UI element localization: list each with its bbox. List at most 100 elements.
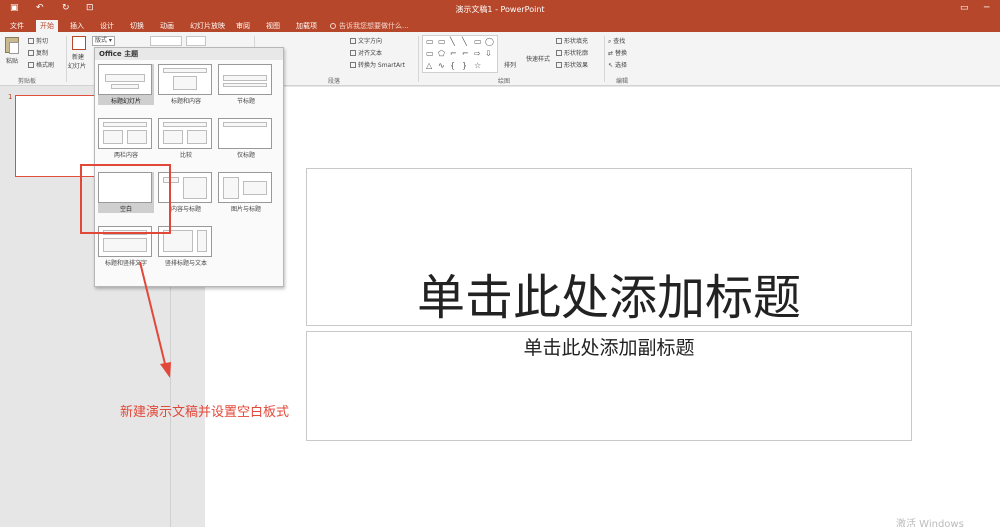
new-slide-button-line2[interactable]: 幻灯片 [68, 61, 86, 70]
layout-comparison[interactable]: 比较 [158, 118, 214, 159]
star-shape-icon[interactable]: ☆ [474, 61, 481, 70]
connector-shape-icon[interactable]: ⌐ [462, 49, 469, 58]
shape-effects-button[interactable]: 形状效果 [556, 60, 588, 69]
layout-label: 节标题 [236, 98, 255, 105]
quick-styles-button[interactable]: 快速样式 [526, 54, 550, 63]
tab-view[interactable]: 视图 [262, 20, 284, 32]
clipboard-group-label: 剪贴板 [18, 78, 37, 85]
shape-fill-button[interactable]: 形状填充 [556, 36, 588, 45]
align-text-icon [350, 50, 356, 56]
layout-section-header[interactable]: 节标题 [218, 64, 274, 105]
paste-icon[interactable] [5, 37, 19, 54]
ribbon-display-icon[interactable]: ▭ [960, 3, 969, 13]
layout-title-slide[interactable]: 标题幻灯片 [98, 64, 154, 105]
align-text-button[interactable]: 对齐文本 [350, 48, 382, 57]
rectangle-shape-icon[interactable]: ▭ [438, 37, 446, 46]
layout-title-content[interactable]: 标题和内容 [158, 64, 214, 105]
tab-design[interactable]: 设计 [96, 20, 118, 32]
tell-me-search[interactable]: 告诉我您想要做什么... [330, 21, 409, 31]
convert-smartart-button[interactable]: 转换为 SmartArt [350, 60, 405, 69]
highlight-box [80, 164, 171, 234]
tab-file[interactable]: 文件 [6, 20, 28, 32]
select-label: 选择 [614, 62, 627, 69]
tab-insert[interactable]: 插入 [66, 20, 88, 32]
rectangle-shape-icon[interactable]: ▭ [426, 37, 434, 46]
minimize-icon[interactable]: ─ [984, 3, 989, 13]
tab-animations[interactable]: 动画 [156, 20, 178, 32]
align-text-label: 对齐文本 [358, 50, 383, 57]
convert-smartart-label: 转换为 SmartArt [358, 62, 405, 69]
drawing-group-label: 绘图 [498, 78, 511, 85]
pen-icon [556, 50, 562, 56]
brace-shape-icon[interactable]: } [462, 61, 467, 70]
layout-label: 版式 [95, 37, 108, 44]
copy-label: 复制 [36, 50, 49, 57]
oval-shape-icon[interactable]: ◯ [485, 37, 494, 46]
tab-review[interactable]: 审阅 [232, 20, 254, 32]
new-slide-icon[interactable] [72, 36, 86, 50]
shape-effects-label: 形状效果 [564, 62, 589, 69]
layout-two-content[interactable]: 两栏内容 [98, 118, 154, 159]
layout-title-only[interactable]: 仅标题 [218, 118, 274, 159]
tell-me-text: 告诉我您想要做什么... [339, 22, 409, 30]
effects-icon [556, 62, 562, 68]
font-size-box[interactable] [186, 36, 206, 46]
paragraph-group-label: 段落 [328, 78, 341, 85]
replace-button[interactable]: ⇄ 替换 [608, 48, 627, 57]
rectangle-shape-icon[interactable]: ▭ [474, 37, 482, 46]
new-slide-button[interactable]: 新建 [72, 52, 84, 61]
text-direction-button[interactable]: 文字方向 [350, 36, 382, 45]
copy-button[interactable]: 复制 [28, 48, 48, 57]
arrow-shape-icon[interactable]: ⇨ [474, 49, 481, 58]
shapes-gallery[interactable]: ▭ ▭ ╲ ╲ ▭ ◯ ▭ ⬠ ⌐ ⌐ ⇨ ⇩ △ ∿ { } ☆ [422, 35, 498, 73]
tab-home[interactable]: 开始 [36, 20, 58, 32]
find-button[interactable]: ⌕ 查找 [608, 36, 625, 46]
lightbulb-icon [330, 23, 336, 29]
tab-transitions[interactable]: 切换 [126, 20, 148, 32]
cut-button[interactable]: 剪切 [28, 36, 48, 45]
line-shape-icon[interactable]: ╲ [450, 37, 455, 46]
ribbon-separator [418, 36, 419, 82]
text-direction-label: 文字方向 [358, 38, 383, 45]
rectangle-shape-icon[interactable]: ▭ [426, 49, 434, 58]
layout-label: 图片与标题 [230, 206, 261, 213]
ribbon-separator [604, 36, 605, 82]
scissors-icon [28, 38, 34, 44]
font-name-box[interactable] [150, 36, 182, 46]
ribbon-tabs: 文件 开始 插入 设计 切换 动画 幻灯片放映 审阅 视图 加载项 告诉我您想要… [0, 18, 1000, 32]
shape-fill-label: 形状填充 [564, 38, 589, 45]
layout-label: 标题幻灯片 [110, 98, 141, 105]
layout-label: 标题和竖排文字 [104, 260, 147, 267]
brace-shape-icon[interactable]: { [450, 61, 455, 70]
shape-outline-label: 形状轮廓 [564, 50, 589, 57]
find-label: 查找 [613, 38, 626, 45]
title-bar: ▣ ↶ ↻ ⊡ 演示文稿1 - PowerPoint ▭ ─ [0, 0, 1000, 18]
connector-shape-icon[interactable]: ⌐ [450, 49, 457, 58]
tab-addins[interactable]: 加载项 [292, 20, 321, 32]
layout-button[interactable]: 版式 ▾ [92, 36, 115, 46]
subtitle-placeholder-text[interactable]: 单击此处添加副标题 [306, 333, 912, 360]
text-direction-icon [350, 38, 356, 44]
pentagon-shape-icon[interactable]: ⬠ [438, 49, 445, 58]
brush-icon [28, 62, 34, 68]
activation-watermark: 激活 Windows [896, 519, 964, 527]
copy-icon [28, 50, 34, 56]
replace-label: 替换 [614, 50, 627, 57]
layout-label: 标题和内容 [170, 98, 201, 105]
ribbon-separator [66, 36, 67, 82]
arrow-shape-icon[interactable]: ⇩ [485, 49, 492, 58]
paste-button[interactable]: 粘贴 [6, 56, 18, 65]
shape-outline-button[interactable]: 形状轮廓 [556, 48, 588, 57]
select-button[interactable]: ↖ 选择 [608, 60, 627, 69]
format-painter-button[interactable]: 格式刷 [28, 60, 54, 69]
cursor-icon: ↖ [608, 62, 615, 69]
layout-picture-with-caption[interactable]: 图片与标题 [218, 172, 274, 213]
arrange-button[interactable]: 排列 [504, 60, 516, 69]
line-shape-icon[interactable]: ╲ [462, 37, 467, 46]
slide-number: 1 [8, 93, 13, 101]
tab-slideshow[interactable]: 幻灯片放映 [186, 20, 229, 32]
title-placeholder-text[interactable]: 单击此处添加标题 [306, 258, 912, 328]
curve-shape-icon[interactable]: ∿ [438, 61, 445, 70]
layout-label: 比较 [179, 152, 192, 159]
triangle-shape-icon[interactable]: △ [426, 61, 432, 70]
